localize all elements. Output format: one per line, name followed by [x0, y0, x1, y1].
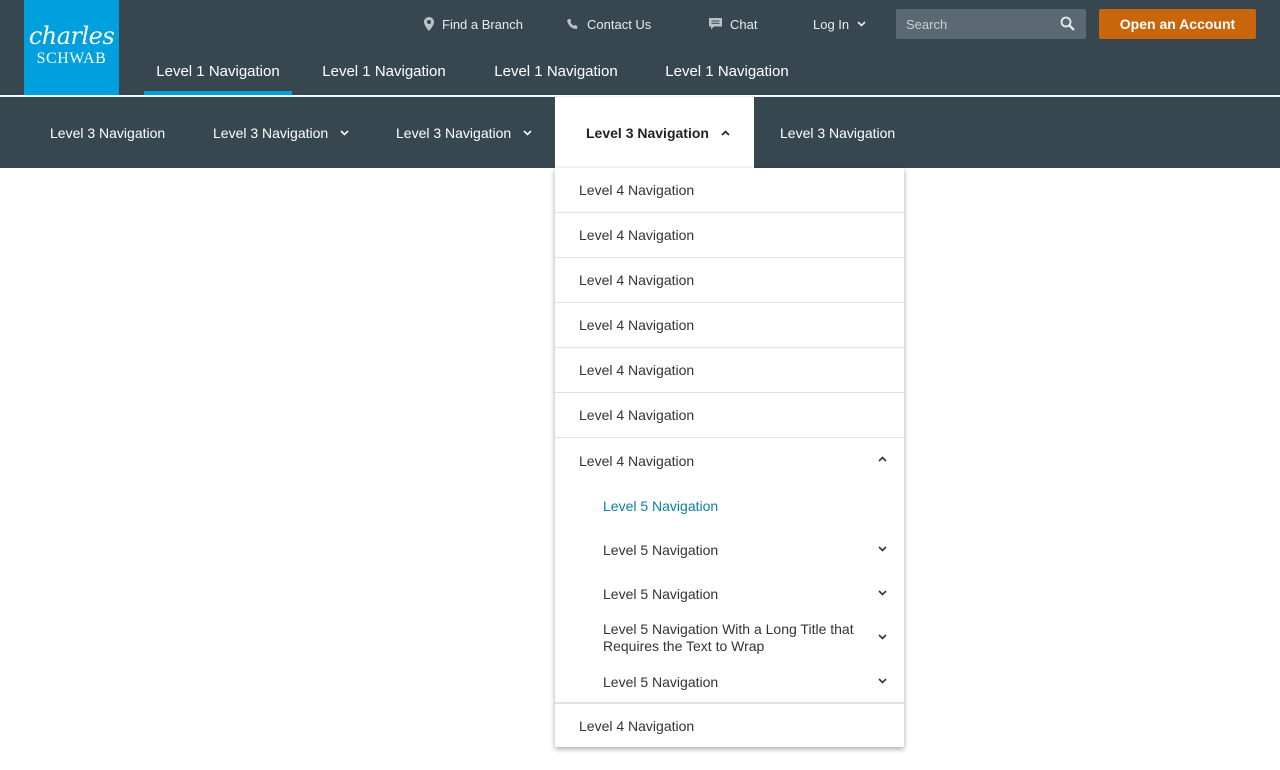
level-5-nav-label: Level 5 Navigation: [603, 673, 719, 690]
chevron-down-icon: [878, 590, 887, 596]
chat-link[interactable]: Chat: [709, 0, 757, 48]
level-4-nav-item[interactable]: Level 4 Navigation: [555, 168, 904, 213]
level-4-nav-item[interactable]: Level 4 Navigation: [555, 258, 904, 303]
level-4-nav-label: Level 4 Navigation: [579, 452, 695, 469]
level-5-nav-item[interactable]: Level 5 Navigation: [555, 664, 904, 700]
chevron-down-icon: [878, 634, 887, 640]
level-1-nav-item[interactable]: Level 1 Navigation: [144, 48, 292, 95]
chat-bubble-icon: [709, 18, 722, 30]
chevron-up-icon: [721, 129, 730, 136]
level-5-nav-label: Level 5 Navigation: [603, 585, 719, 602]
contact-us-link[interactable]: Contact Us: [567, 0, 651, 48]
level-5-nav-item[interactable]: Level 5 Navigation: [555, 532, 904, 568]
level-3-nav-label: Level 3 Navigation: [50, 124, 166, 141]
level-1-nav-item[interactable]: Level 1 Navigation: [653, 48, 801, 95]
chevron-down-icon: [523, 129, 532, 136]
level-5-nav-item[interactable]: Level 5 Navigation: [555, 576, 904, 612]
level-1-nav-item[interactable]: Level 1 Navigation: [482, 48, 630, 95]
chat-label: Chat: [730, 16, 758, 32]
level-5-nav-label: Level 5 Navigation: [603, 541, 719, 558]
charles-schwab-logo[interactable]: charles SCHWAB: [24, 0, 119, 95]
level-3-nav-item[interactable]: Level 3 Navigation: [50, 97, 165, 168]
chevron-up-icon: [878, 455, 887, 462]
level-3-nav-item[interactable]: Level 3 Navigation: [780, 97, 895, 168]
level-3-nav-label: Level 3 Navigation: [396, 124, 512, 141]
level-4-nav-item[interactable]: Level 4 Navigation: [555, 348, 904, 393]
level-5-nav-item-long[interactable]: Level 5 Navigation With a Long Title tha…: [555, 620, 904, 656]
level-3-nav-label: Level 3 Navigation: [213, 124, 329, 141]
log-in-label: Log In: [813, 16, 850, 32]
search-input[interactable]: [906, 16, 1056, 32]
level-5-nav-item-active[interactable]: Level 5 Navigation: [555, 488, 904, 524]
level-4-nav-item[interactable]: Level 4 Navigation: [555, 393, 904, 438]
log-in-menu[interactable]: Log In: [813, 0, 866, 48]
level-1-nav-item[interactable]: Level 1 Navigation: [310, 48, 458, 95]
open-account-button[interactable]: Open an Account: [1099, 9, 1256, 39]
chevron-down-icon: [340, 129, 349, 136]
logo-line-2: SCHWAB: [36, 50, 107, 67]
chevron-down-icon: [878, 678, 887, 684]
chevron-down-icon: [878, 546, 887, 552]
level-4-nav-item[interactable]: Level 4 Navigation: [555, 303, 904, 348]
search-icon[interactable]: [1060, 16, 1075, 36]
chevron-down-icon: [857, 21, 866, 27]
level-3-nav-label: Level 3 Navigation: [780, 124, 896, 141]
find-branch-link[interactable]: Find a Branch: [424, 0, 523, 48]
logo-line-1: charles: [28, 22, 115, 50]
contact-us-label: Contact Us: [587, 16, 652, 32]
level-3-nav: Level 3 Navigation Level 3 Navigation Le…: [0, 96, 1280, 168]
level-4-nav-item[interactable]: Level 4 Navigation: [555, 704, 904, 747]
level-5-nav-label: Level 5 Navigation With a Long Title tha…: [603, 621, 854, 654]
site-header: charles SCHWAB Find a Branch Contact Us …: [0, 0, 1280, 95]
level-3-nav-label: Level 3 Navigation: [586, 124, 709, 141]
level-3-nav-item[interactable]: Level 3 Navigation: [396, 97, 532, 168]
level-4-nav-item-expanded[interactable]: Level 4 Navigation: [555, 438, 904, 483]
level-4-nav-item[interactable]: Level 4 Navigation: [555, 213, 904, 258]
level-4-dropdown-menu: Level 4 Navigation Level 4 Navigation Le…: [555, 168, 904, 747]
location-pin-icon: [424, 17, 434, 31]
find-branch-label: Find a Branch: [442, 16, 523, 32]
search-box: [896, 9, 1086, 39]
phone-icon: [567, 18, 579, 30]
level-3-nav-item[interactable]: Level 3 Navigation: [213, 97, 349, 168]
level-3-nav-item-open[interactable]: Level 3 Navigation: [555, 97, 754, 168]
